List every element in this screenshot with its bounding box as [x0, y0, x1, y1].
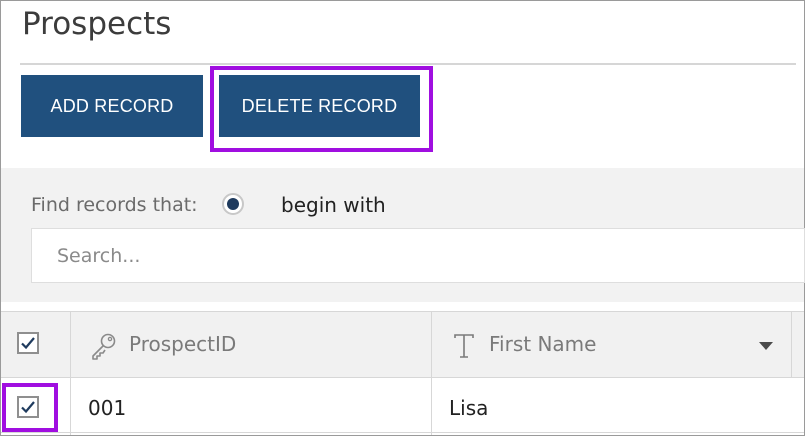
column-divider	[431, 311, 432, 435]
table-header	[1, 311, 804, 378]
begin-with-radio[interactable]	[222, 193, 244, 215]
page-title: Prospects	[22, 6, 172, 42]
cell-prospectid: 001	[88, 396, 127, 420]
column-header-prospectid[interactable]: ProspectID	[129, 332, 236, 356]
column-header-first-name[interactable]: First Name	[489, 332, 596, 356]
delete-button-highlight	[210, 66, 433, 152]
find-records-label: Find records that:	[31, 194, 198, 216]
select-all-checkbox[interactable]	[17, 332, 39, 354]
add-record-button[interactable]: ADD RECORD	[21, 75, 203, 137]
text-type-icon	[454, 334, 474, 358]
row-checkbox-highlight	[2, 383, 58, 432]
caret-down-icon[interactable]	[758, 341, 774, 351]
title-divider	[20, 63, 796, 65]
row-divider	[1, 432, 804, 433]
key-icon	[92, 333, 116, 360]
checkmark-icon	[21, 337, 35, 350]
column-divider	[791, 311, 792, 377]
cell-first-name: Lisa	[449, 396, 489, 420]
begin-with-label[interactable]: begin with	[281, 193, 386, 217]
column-divider	[70, 311, 71, 435]
search-input[interactable]	[31, 228, 805, 283]
